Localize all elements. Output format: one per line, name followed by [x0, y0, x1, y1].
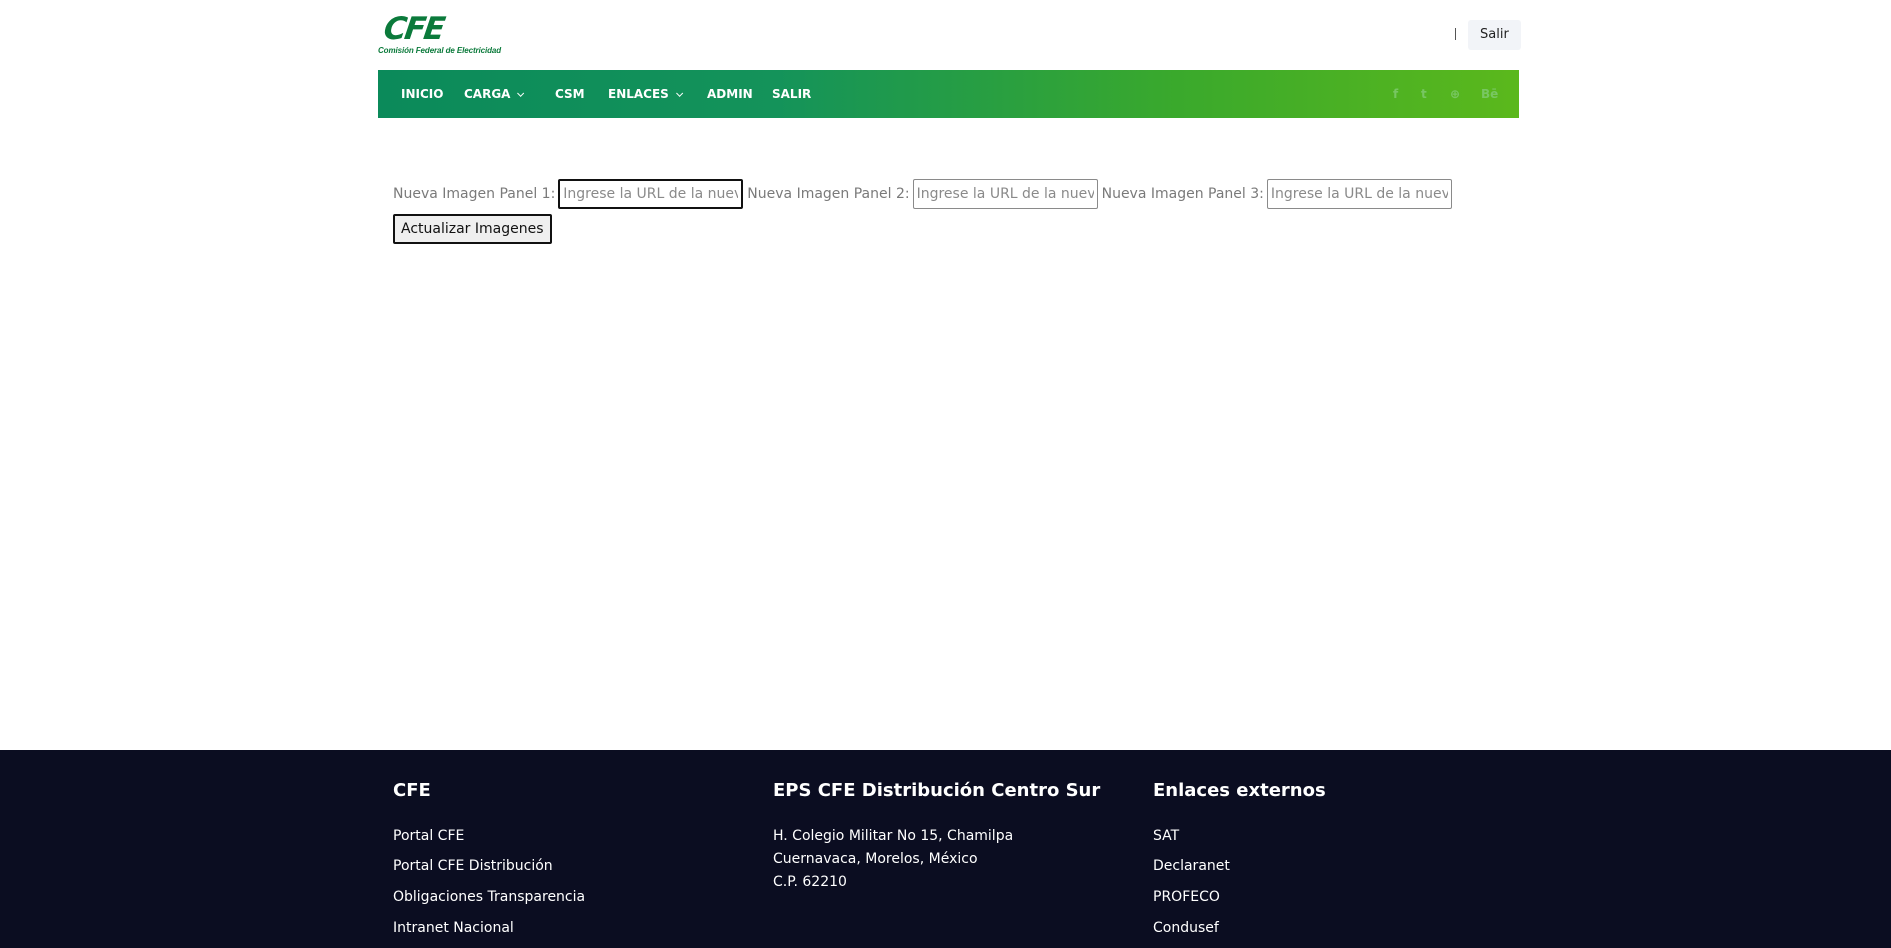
footer-link-portal-distribucion[interactable]: Portal CFE Distribución [393, 858, 553, 874]
nav-label: SALIR [772, 87, 812, 101]
chevron-down-icon [675, 89, 683, 97]
nav-label: CSM [555, 87, 585, 101]
footer-link-declaranet[interactable]: Declaranet [1153, 858, 1230, 874]
nav-label: ENLACES [608, 87, 669, 101]
nav-item-admin[interactable]: ADMIN [707, 70, 753, 118]
footer-address-line: Cuernavaca, Morelos, México [773, 851, 978, 867]
behance-icon[interactable]: Bē [1481, 70, 1498, 118]
panel2-url-input[interactable] [912, 179, 1098, 209]
footer-title-eps: EPS CFE Distribución Centro Sur [773, 780, 1101, 801]
footer-title-cfe: CFE [393, 780, 431, 801]
top-header: CFE Comisión Federal de Electricidad Sal… [0, 0, 1891, 70]
nav-item-inicio[interactable]: INICIO [401, 70, 443, 118]
logout-button[interactable]: Salir [1468, 20, 1521, 50]
panel3-url-input[interactable] [1266, 179, 1452, 209]
footer-address-line: C.P. 62210 [773, 874, 847, 890]
twitter-icon[interactable]: t [1421, 70, 1427, 118]
image-form: Nueva Imagen Panel 1: Nueva Imagen Panel… [393, 179, 1456, 209]
logo-mark: CFE [381, 11, 446, 47]
update-images-button[interactable]: Actualizar Imagenes [393, 214, 552, 244]
nav-item-csm[interactable]: CSM [555, 70, 585, 118]
nav-item-salir[interactable]: SALIR [772, 70, 811, 118]
panel2-label: Nueva Imagen Panel 2: [747, 186, 910, 202]
main-navbar: INICIO CARGA CSM ENLACES ADMIN SALIR f t… [378, 70, 1519, 118]
panel3-label: Nueva Imagen Panel 3: [1101, 186, 1264, 202]
header-separator [1455, 28, 1456, 40]
nav-label: CARGA [464, 87, 511, 101]
footer-link-condusef[interactable]: Condusef [1153, 920, 1219, 936]
footer-link-intranet[interactable]: Intranet Nacional [393, 920, 514, 936]
facebook-icon[interactable]: f [1393, 70, 1398, 118]
footer-link-profeco[interactable]: PROFECO [1153, 889, 1220, 905]
nav-item-carga[interactable]: CARGA [464, 70, 525, 118]
footer-address-line: H. Colegio Militar No 15, Chamilpa [773, 828, 1014, 844]
chevron-down-icon [517, 89, 525, 97]
footer: CFE Portal CFE Portal CFE Distribución O… [0, 750, 1891, 948]
footer-link-sat[interactable]: SAT [1153, 828, 1179, 844]
cfe-logo[interactable]: CFE Comisión Federal de Electricidad [378, 11, 501, 58]
panel1-label: Nueva Imagen Panel 1: [393, 186, 556, 202]
nav-item-enlaces[interactable]: ENLACES [608, 70, 683, 118]
footer-link-portal-cfe[interactable]: Portal CFE [393, 828, 464, 844]
nav-label: ADMIN [707, 87, 753, 101]
logo-subtitle: Comisión Federal de Electricidad [378, 46, 502, 55]
nav-label: INICIO [401, 87, 444, 101]
footer-title-enlaces: Enlaces externos [1153, 780, 1326, 801]
dribbble-icon[interactable]: ⊕ [1450, 70, 1460, 118]
footer-link-transparencia[interactable]: Obligaciones Transparencia [393, 889, 585, 905]
panel1-url-input[interactable] [558, 179, 744, 209]
